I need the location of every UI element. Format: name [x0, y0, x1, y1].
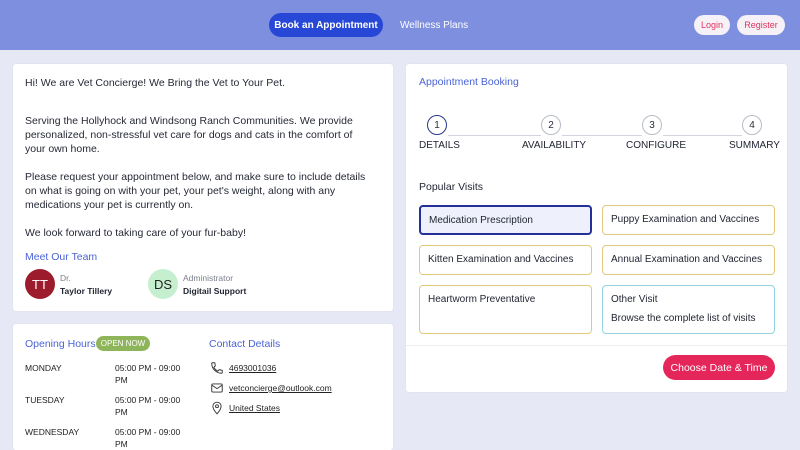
register-button[interactable]: Register: [737, 15, 785, 35]
visit-option-label: Kitten Examination and Vaccines: [428, 254, 574, 265]
avatar: TT: [25, 269, 55, 299]
hours-time: 05:00 PM - 09:00 PM: [115, 363, 181, 385]
hours-time: 05:00 PM - 09:00 PM: [115, 427, 181, 449]
meet-team-title: Meet Our Team: [25, 251, 98, 263]
step-2-indicator[interactable]: 2: [541, 115, 561, 135]
step-connector: [663, 135, 742, 136]
visit-option-heartworm[interactable]: Heartworm Preventative: [419, 285, 592, 334]
step-label: SUMMARY: [729, 140, 780, 151]
login-button[interactable]: Login: [694, 15, 730, 35]
step-connector: [562, 135, 642, 136]
intro-headline: Hi! We are Vet Concierge! We Bring the V…: [25, 77, 285, 89]
choose-date-time-button[interactable]: Choose Date & Time: [663, 355, 775, 380]
mail-icon: [211, 383, 223, 393]
team-member-role: Dr.: [60, 273, 71, 283]
wellness-plans-tab[interactable]: Wellness Plans: [400, 13, 468, 37]
location-pin-icon: [212, 401, 222, 415]
book-appointment-tab[interactable]: Book an Appointment: [269, 13, 383, 37]
booking-title: Appointment Booking: [419, 76, 519, 88]
hours-day: WEDNESDAY: [25, 427, 80, 437]
hours-day: TUESDAY: [25, 395, 65, 405]
intro-card: Hi! We are Vet Concierge! We Bring the V…: [13, 64, 393, 311]
team-member-role: Administrator: [183, 273, 234, 283]
hours-day: MONDAY: [25, 363, 62, 373]
intro-paragraph: Please request your appointment below, a…: [25, 171, 366, 211]
step-label: CONFIGURE: [626, 140, 686, 151]
avatar: DS: [148, 269, 178, 299]
step-1-indicator[interactable]: 1: [427, 115, 447, 135]
step-4-indicator[interactable]: 4: [742, 115, 762, 135]
visit-option-kitten[interactable]: Kitten Examination and Vaccines: [419, 245, 592, 275]
step-3-indicator[interactable]: 3: [642, 115, 662, 135]
hours-time: 05:00 PM - 09:00 PM: [115, 395, 181, 417]
phone-icon: [211, 362, 223, 374]
visit-option-label: Annual Examination and Vaccines: [611, 254, 763, 265]
opening-hours-title: Opening Hours: [25, 338, 96, 350]
team-member-name: Taylor Tillery: [60, 286, 113, 296]
open-now-badge: OPEN NOW: [96, 336, 150, 351]
visit-option-label: Medication Prescription: [429, 215, 533, 226]
step-label: DETAILS: [419, 140, 460, 151]
location-link[interactable]: United States: [229, 403, 280, 413]
step-connector: [448, 135, 541, 136]
visit-option-label: Puppy Examination and Vaccines: [611, 214, 760, 225]
visit-option-medication[interactable]: Medication Prescription: [419, 205, 592, 235]
team-member-name: Digitail Support: [183, 286, 247, 296]
visit-option-other[interactable]: Other Visit Browse the complete list of …: [602, 285, 775, 334]
divider: [406, 345, 787, 346]
visit-option-puppy[interactable]: Puppy Examination and Vaccines: [602, 205, 775, 235]
visit-option-description: Browse the complete list of visits: [611, 313, 756, 324]
intro-paragraph: Serving the Hollyhock and Windsong Ranch…: [25, 115, 353, 155]
email-link[interactable]: vetconcierge@outlook.com: [229, 383, 332, 393]
phone-link[interactable]: 4693001036: [229, 363, 276, 373]
popular-visits-title: Popular Visits: [419, 181, 484, 193]
intro-paragraph: We look forward to taking care of your f…: [25, 227, 246, 239]
visit-option-label: Other Visit: [611, 294, 658, 305]
step-label: AVAILABILITY: [522, 140, 587, 151]
contact-details-title: Contact Details: [209, 338, 281, 350]
hours-contact-card: Opening Hours OPEN NOW MONDAY 05:00 PM -…: [13, 324, 393, 450]
visit-option-annual[interactable]: Annual Examination and Vaccines: [602, 245, 775, 275]
visit-option-label: Heartworm Preventative: [428, 294, 536, 305]
